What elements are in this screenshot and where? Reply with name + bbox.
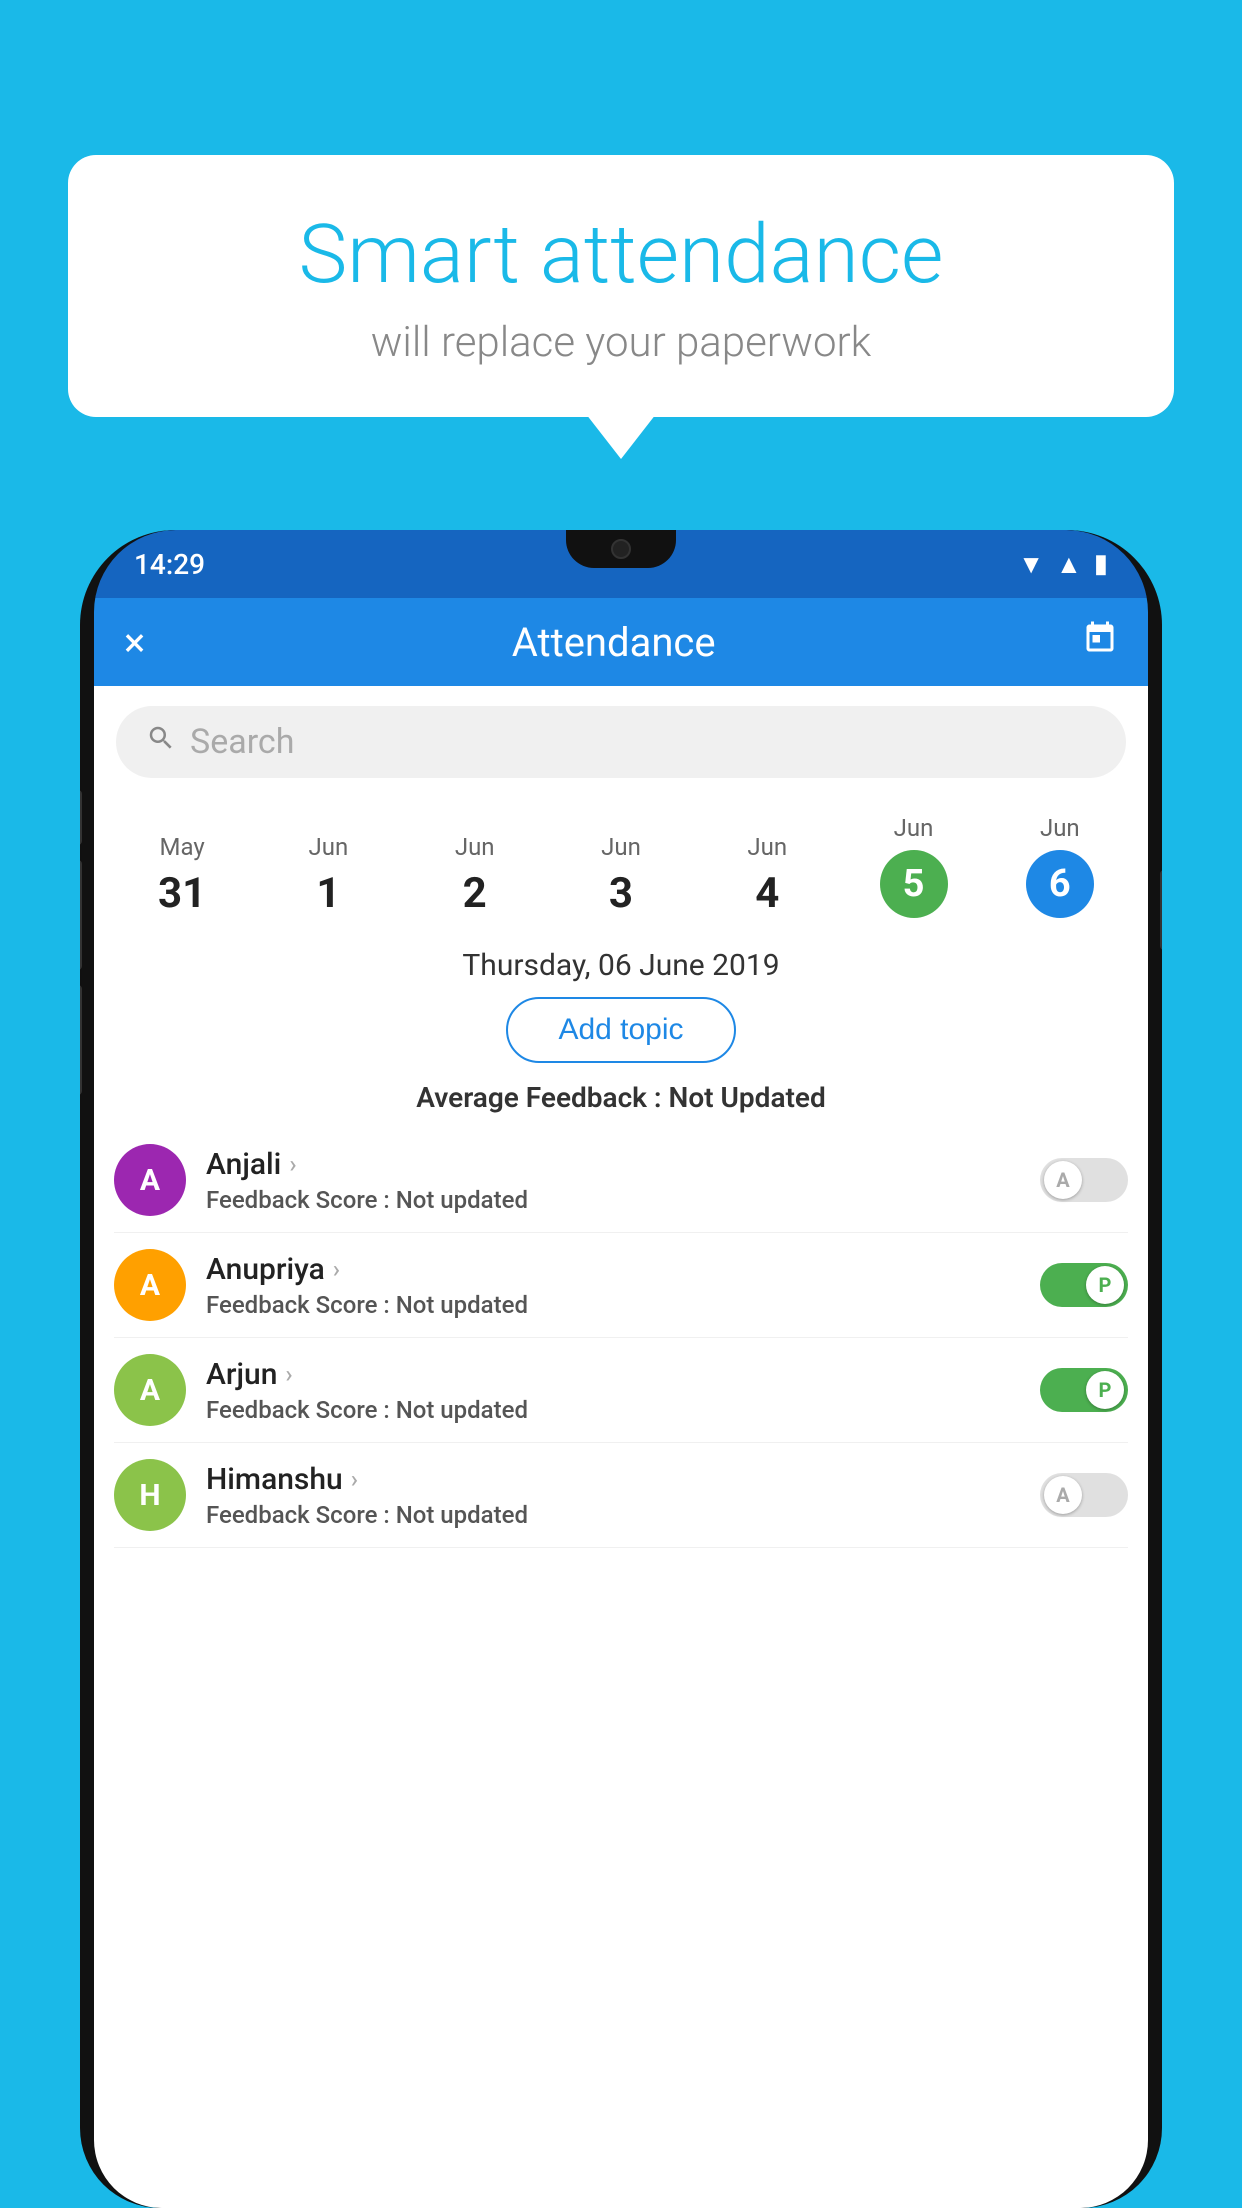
student-info-himanshu: Himanshu › Feedback Score : Not updated [206,1462,1020,1529]
date-month-5: Jun [844,814,982,842]
wifi-icon: ▼ [1018,549,1044,580]
notch-camera [611,539,631,559]
date-num-6: 6 [1026,850,1094,918]
date-col-4[interactable]: Jun 4 [694,825,840,926]
toggle-knob-arjun: P [1086,1371,1124,1409]
feedback-score-anupriya: Feedback Score : Not updated [206,1291,1020,1319]
chevron-icon-arjun: › [285,1360,292,1388]
close-icon[interactable]: × [124,619,145,666]
date-month-4: Jun [698,833,836,861]
date-num-2: 2 [406,869,544,918]
student-list: A Anjali › Feedback Score : Not updated … [94,1128,1148,1548]
date-num-5: 5 [880,850,948,918]
speech-bubble-subtitle: will replace your paperwork [128,318,1114,367]
search-icon [146,723,176,761]
search-bar[interactable]: Search [116,706,1126,778]
avatar-anupriya: A [114,1249,186,1321]
date-col-3[interactable]: Jun 3 [548,825,694,926]
feedback-score-arjun: Feedback Score : Not updated [206,1396,1020,1424]
avg-feedback-value: Not Updated [669,1081,826,1114]
date-num-3: 3 [552,869,690,918]
student-name-arjun: Arjun › [206,1357,1020,1392]
student-name-himanshu: Himanshu › [206,1462,1020,1497]
date-col-2[interactable]: Jun 2 [402,825,548,926]
phone-frame: 14:29 ▼ ▲ ▮ × Attendance [80,530,1162,2208]
date-col-0[interactable]: May 31 [109,825,255,926]
date-num-0: 31 [113,869,251,918]
toggle-anupriya[interactable]: P [1040,1263,1128,1307]
calendar-icon[interactable] [1082,619,1118,666]
date-month-0: May [113,833,251,861]
student-item-anupriya[interactable]: A Anupriya › Feedback Score : Not update… [114,1233,1128,1338]
add-topic-button[interactable]: Add topic [506,997,735,1063]
toggle-anjali[interactable]: A [1040,1158,1128,1202]
app-bar: × Attendance [94,598,1148,686]
status-icons: ▼ ▲ ▮ [1018,549,1108,580]
app-bar-title: Attendance [145,619,1082,666]
toggle-himanshu[interactable]: A [1040,1473,1128,1517]
student-item-anjali[interactable]: A Anjali › Feedback Score : Not updated … [114,1128,1128,1233]
date-col-1[interactable]: Jun 1 [255,825,401,926]
side-button-left-1 [80,790,82,845]
date-row: May 31 Jun 1 Jun 2 Jun 3 Jun 4 [94,796,1148,926]
toggle-knob-himanshu: A [1044,1476,1082,1514]
battery-icon: ▮ [1094,549,1108,579]
speech-bubble-container: Smart attendance will replace your paper… [68,155,1174,417]
student-item-himanshu[interactable]: H Himanshu › Feedback Score : Not update… [114,1443,1128,1548]
avatar-himanshu: H [114,1459,186,1531]
signal-icon: ▲ [1056,549,1082,580]
date-col-6[interactable]: Jun 6 [987,806,1133,926]
student-item-arjun[interactable]: A Arjun › Feedback Score : Not updated P [114,1338,1128,1443]
student-name-anupriya: Anupriya › [206,1252,1020,1287]
toggle-arjun[interactable]: P [1040,1368,1128,1412]
student-name-anjali: Anjali › [206,1147,1020,1182]
side-button-right [1160,870,1162,950]
notch [566,530,676,568]
search-placeholder: Search [190,722,294,762]
chevron-icon-anjali: › [289,1150,296,1178]
feedback-score-himanshu: Feedback Score : Not updated [206,1501,1020,1529]
date-month-6: Jun [991,814,1129,842]
date-month-2: Jun [406,833,544,861]
side-button-left-3 [80,985,82,1095]
student-info-arjun: Arjun › Feedback Score : Not updated [206,1357,1020,1424]
avg-feedback: Average Feedback : Not Updated [94,1081,1148,1114]
date-col-5[interactable]: Jun 5 [840,806,986,926]
speech-bubble-title: Smart attendance [128,210,1114,300]
student-info-anupriya: Anupriya › Feedback Score : Not updated [206,1252,1020,1319]
speech-bubble: Smart attendance will replace your paper… [68,155,1174,417]
phone-inner: 14:29 ▼ ▲ ▮ × Attendance [94,530,1148,2208]
chevron-icon-anupriya: › [333,1255,340,1283]
date-month-1: Jun [259,833,397,861]
status-time: 14:29 [134,548,205,581]
selected-date: Thursday, 06 June 2019 [94,926,1148,997]
toggle-knob-anupriya: P [1086,1266,1124,1304]
avatar-anjali: A [114,1144,186,1216]
date-num-4: 4 [698,869,836,918]
date-num-1: 1 [259,869,397,918]
feedback-score-anjali: Feedback Score : Not updated [206,1186,1020,1214]
avatar-arjun: A [114,1354,186,1426]
screen-content: Search May 31 Jun 1 Jun 2 Jun 3 [94,686,1148,2208]
toggle-knob-anjali: A [1044,1161,1082,1199]
chevron-icon-himanshu: › [351,1465,358,1493]
student-info-anjali: Anjali › Feedback Score : Not updated [206,1147,1020,1214]
date-month-3: Jun [552,833,690,861]
side-button-left-2 [80,860,82,970]
avg-feedback-label: Average Feedback : [416,1081,668,1114]
